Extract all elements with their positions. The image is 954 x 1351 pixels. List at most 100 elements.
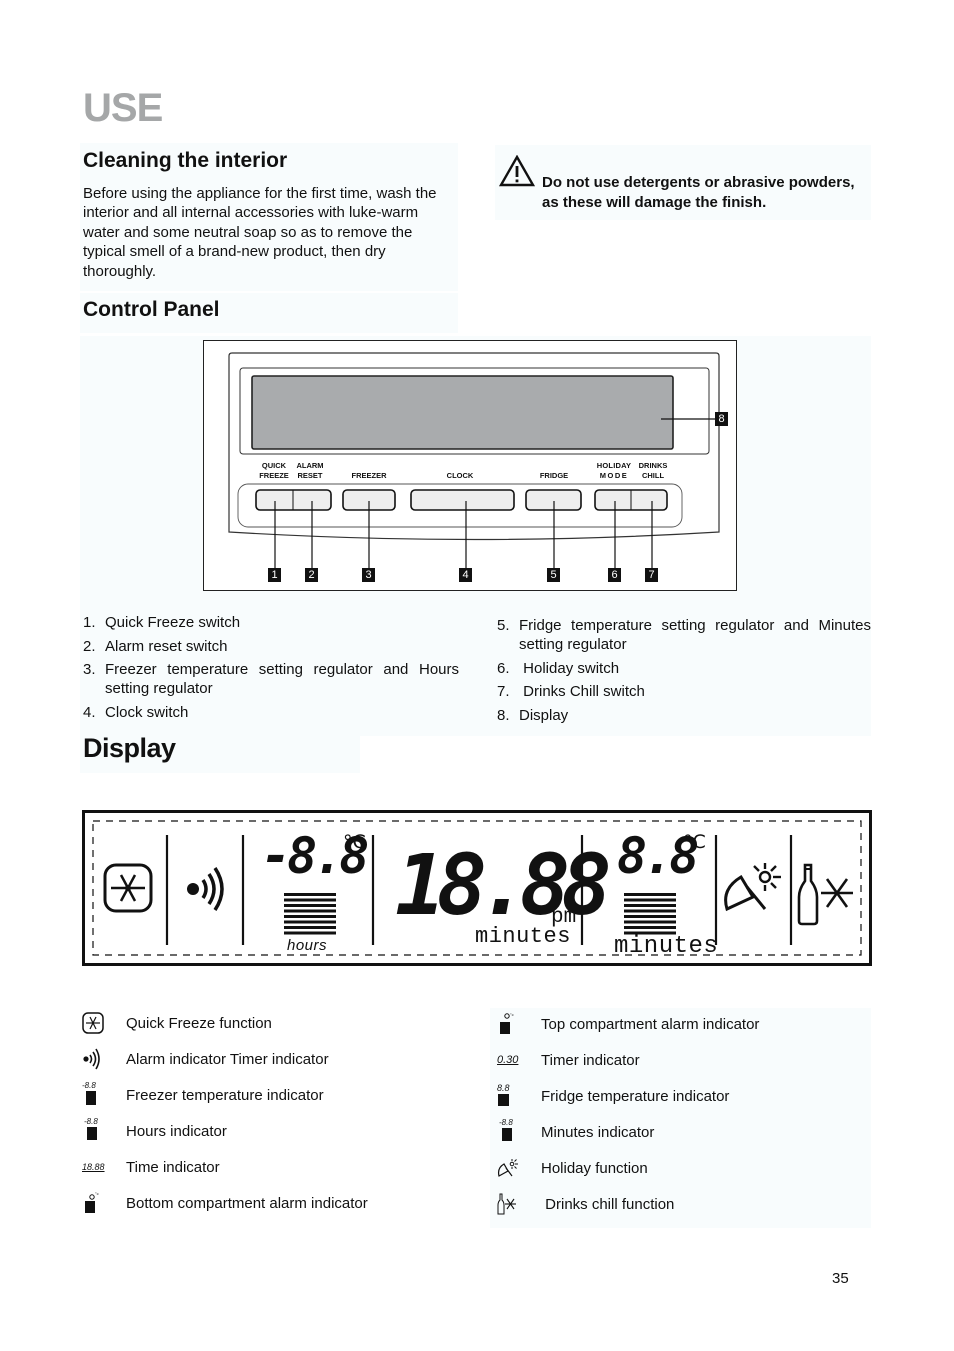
icon-block	[86, 1091, 96, 1105]
top-compartment-alarm-icon: °c	[497, 1012, 541, 1036]
freezer-label: FREEZER	[339, 461, 399, 480]
clock-caption: minutes	[475, 924, 571, 949]
drinks-chill-label: DRINKS CHILL	[631, 461, 675, 480]
label-line	[430, 461, 490, 471]
icon-block	[498, 1094, 509, 1106]
item-text: Clock switch	[105, 703, 189, 721]
label-line	[339, 461, 399, 471]
freezer-button[interactable]	[343, 490, 395, 510]
drinks-chill-button[interactable]	[631, 490, 667, 510]
callout-2: 2	[305, 568, 318, 582]
legend-text: Holiday function	[541, 1159, 648, 1177]
holiday-mode-button[interactable]	[595, 490, 631, 510]
fridge-level-bars	[624, 893, 676, 937]
legend-text: Alarm indicator Timer indicator	[126, 1050, 329, 1068]
fridge-temperature-icon: 8.8	[497, 1082, 541, 1110]
callout-5: 5	[547, 568, 560, 582]
quick-freeze-button[interactable]	[256, 490, 293, 510]
label-line: FREEZER	[351, 470, 387, 480]
quick-freeze-icon	[82, 1012, 126, 1034]
time-icon: 18.88	[82, 1162, 126, 1172]
legend-text: Drinks chill function	[541, 1195, 675, 1213]
legend-item: Quick Freeze function	[82, 1005, 462, 1041]
icon-mini-text: 0.30	[497, 1054, 519, 1066]
item-number: 1.	[83, 614, 96, 631]
icon-mini-text: 18.88	[82, 1162, 105, 1172]
legend-text: Timer indicator	[541, 1051, 640, 1069]
item-text: Quick Freeze switch	[105, 614, 241, 631]
hours-icon: -8.8	[82, 1117, 126, 1145]
freezer-caption: hours	[287, 937, 328, 954]
drinks-chill-icon	[797, 861, 855, 932]
warning-text: Do not use detergents or abrasive powder…	[542, 174, 855, 211]
item-text: Freezer temperature setting regulator an…	[105, 661, 459, 698]
list-item: 3. Freezer temperature setting regulator …	[83, 660, 459, 698]
item-number: 7.	[497, 683, 510, 701]
control-panel-list-right: 5. Fridge temperature setting regulator a…	[497, 616, 871, 729]
callout-6: 6	[608, 568, 621, 582]
control-panel-heading-band: Control Panel	[80, 293, 458, 333]
legend-text: Minutes indicator	[541, 1123, 655, 1141]
item-text: Holiday switch	[519, 659, 620, 677]
cleaning-heading: Cleaning the interior	[83, 149, 288, 172]
icon-mini-text: 8.8	[497, 1083, 510, 1093]
legend-item: 18.88 Time indicator	[82, 1149, 462, 1185]
legend-item: -8.8 Hours indicator	[82, 1113, 462, 1149]
clock-button[interactable]	[411, 490, 514, 510]
callout-3: 3	[362, 568, 375, 582]
legend-item: Alarm indicator Timer indicator	[82, 1041, 462, 1077]
fridge-caption: minutes	[614, 933, 719, 960]
cleaning-section: Cleaning the interior Before using the a…	[80, 143, 458, 291]
timer-icon: 0.30	[497, 1054, 541, 1066]
item-number: 2.	[83, 637, 96, 655]
legend-text: Hours indicator	[126, 1122, 227, 1140]
freezer-temperature-icon: -8.8	[82, 1081, 126, 1109]
icon-mini-text: -8.8	[84, 1117, 98, 1126]
legend-right: °c Top compartment alarm indicator 0.30 …	[497, 1006, 871, 1222]
callout-1: 1	[268, 568, 281, 582]
holiday-icon	[497, 1158, 541, 1178]
holiday-icon	[721, 859, 785, 922]
item-text: Display	[519, 706, 569, 724]
control-panel-diagram: QUICK FREEZE ALARM RESET FREEZER CLOCK FRI…	[203, 340, 737, 591]
freezer-unit: °C	[343, 831, 366, 853]
display-heading-band: Display	[80, 733, 360, 773]
alarm-reset-button[interactable]	[293, 490, 331, 510]
lcd-display: -8.8 °C hours 18.88 pm minutes 8.8 °C mi…	[82, 810, 872, 966]
section-title: USE	[83, 86, 163, 130]
display-heading: Display	[83, 733, 176, 763]
fridge-button[interactable]	[526, 490, 581, 510]
legend-item: Holiday function	[497, 1150, 871, 1186]
svg-text:°c: °c	[95, 1191, 99, 1196]
list-item: 4. Clock switch	[83, 703, 459, 722]
alarm-icon	[82, 1048, 126, 1070]
legend-text: Freezer temperature indicator	[126, 1086, 324, 1104]
item-text: Fridge temperature setting regulator and…	[519, 617, 871, 653]
callout-4: 4	[459, 568, 472, 582]
label-line: CHILL	[641, 470, 665, 480]
legend-text: Top compartment alarm indicator	[541, 1015, 760, 1033]
cleaning-body: Before using the appliance for the first…	[83, 185, 437, 280]
callout-8: 8	[715, 412, 728, 426]
legend-item: °c Bottom compartment alarm indicator	[82, 1185, 462, 1221]
item-number: 8.	[497, 706, 510, 724]
item-number: 3.	[83, 661, 96, 679]
minutes-icon: -8.8	[497, 1118, 541, 1146]
label-line: RESET	[297, 470, 323, 480]
item-number: 6.	[497, 659, 510, 677]
list-item: 6. Holiday switch	[497, 659, 871, 678]
callout-7: 7	[645, 568, 658, 582]
legend-text: Quick Freeze function	[126, 1014, 272, 1032]
legend-item: -8.8 Freezer temperature indicator	[82, 1077, 462, 1113]
legend-item: 8.8 Fridge temperature indicator	[497, 1078, 871, 1114]
label-line	[524, 461, 584, 471]
legend-text: Time indicator	[126, 1158, 220, 1176]
icon-block	[87, 1127, 97, 1140]
list-item: 2. Alarm reset switch	[83, 637, 459, 656]
list-item: 7. Drinks Chill switch	[497, 682, 871, 701]
clock-label: CLOCK	[430, 461, 490, 480]
warning-box: Do not use detergents or abrasive powder…	[495, 145, 871, 220]
item-text: Alarm reset switch	[105, 637, 228, 655]
legend-left: Quick Freeze function Alarm indicator Ti…	[82, 1005, 462, 1221]
list-item: 8. Display	[497, 706, 871, 725]
